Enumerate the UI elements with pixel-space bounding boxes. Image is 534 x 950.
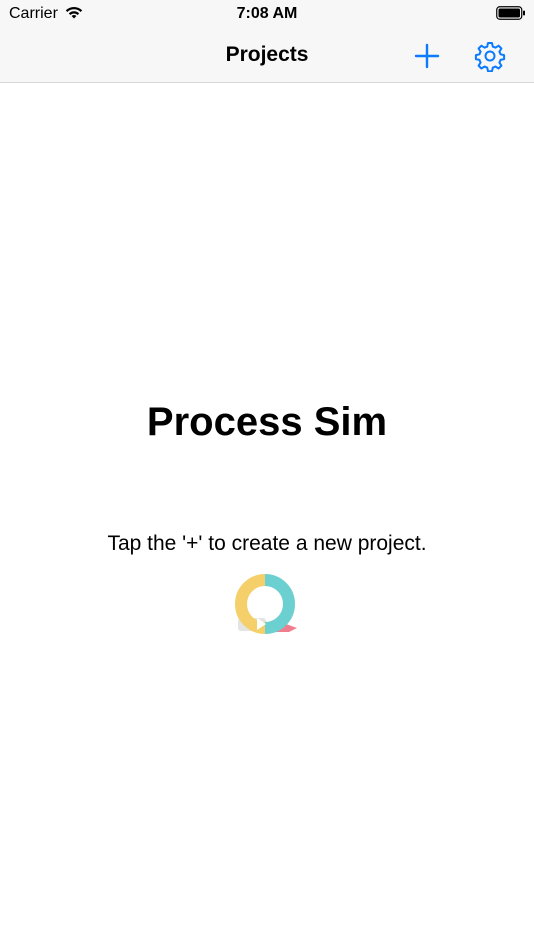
gear-icon	[474, 42, 506, 72]
navigation-bar: Projects	[0, 28, 534, 83]
status-bar: Carrier 7:08 AM	[0, 0, 534, 28]
battery-icon	[496, 6, 525, 20]
page-title: Projects	[225, 43, 309, 66]
screen: Carrier 7:08 AM Projects Process Sim Tap…	[0, 0, 534, 950]
process-sim-logo	[235, 574, 297, 634]
empty-state-hint: Tap the '+' to create a new project.	[107, 532, 427, 555]
status-time: 7:08 AM	[236, 5, 298, 22]
app-title: Process Sim	[146, 400, 388, 444]
add-project-button[interactable]	[410, 39, 444, 73]
settings-button[interactable]	[472, 38, 508, 74]
plus-icon	[414, 43, 440, 69]
